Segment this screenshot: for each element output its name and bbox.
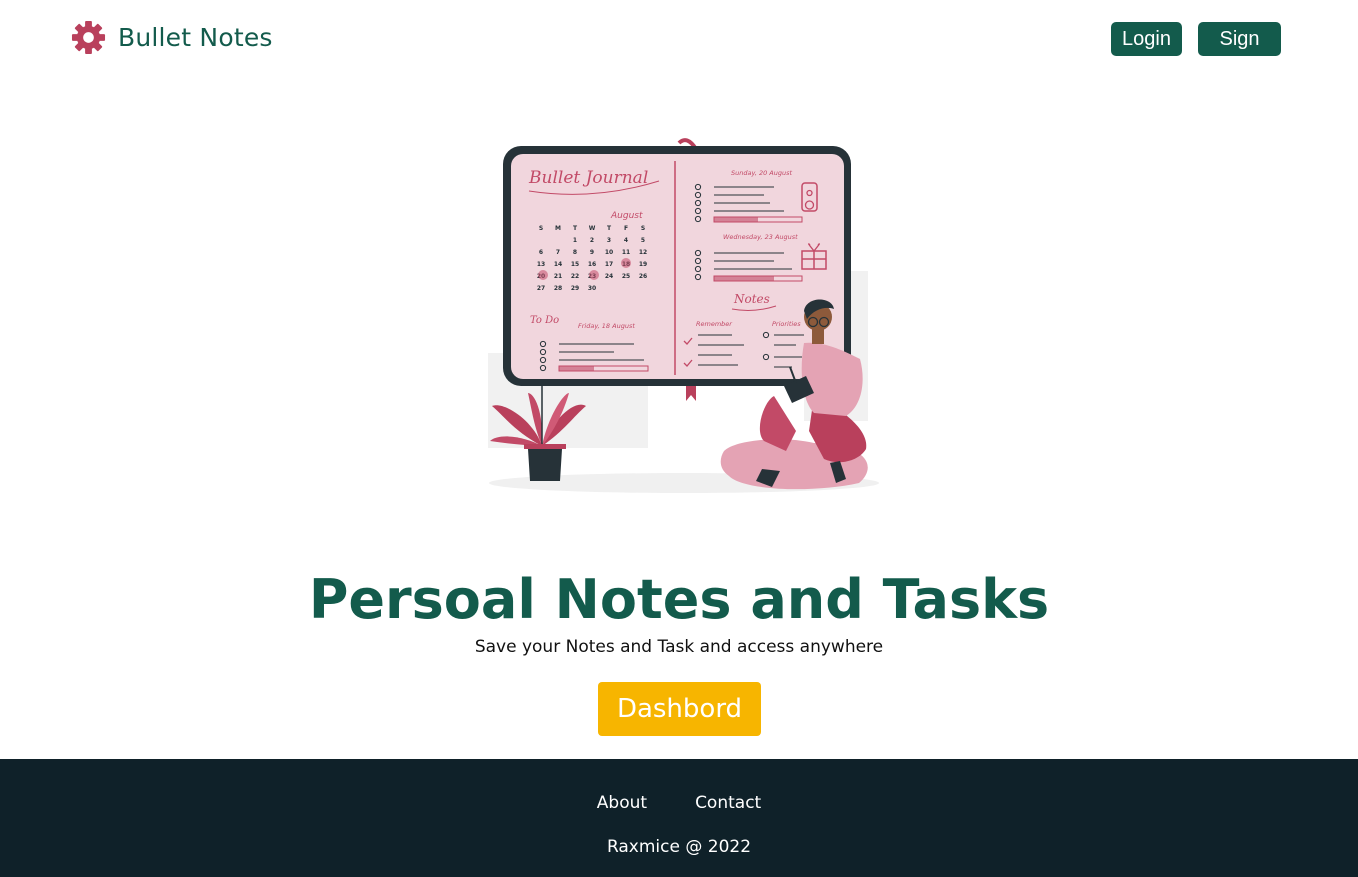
calendar-day: 2	[590, 237, 594, 244]
gear-icon	[71, 20, 106, 55]
calendar-day: 28	[554, 285, 562, 292]
day1-label: Sunday, 20 August	[731, 169, 792, 177]
calendar-day: 27	[537, 285, 545, 292]
calendar-weekday: S	[539, 225, 543, 232]
sign-in-button[interactable]: Sign in	[1198, 22, 1281, 84]
calendar-weekday: S	[641, 225, 645, 232]
calendar-weekday: M	[555, 225, 561, 232]
footer: About Contact Raxmice @ 2022	[0, 759, 1358, 877]
todo-date: Friday, 18 August	[578, 322, 635, 330]
calendar-highlight	[589, 270, 599, 280]
calendar-weekday: F	[624, 225, 628, 232]
calendar-day: 7	[556, 249, 560, 256]
calendar-month: August	[610, 211, 643, 221]
calendar-day: 6	[539, 249, 543, 256]
footer-about-link[interactable]: About	[597, 793, 647, 813]
calendar-day: 11	[622, 249, 630, 256]
bullet-journal-illustration: Bullet Journal August S M T W T F S1 2 3 4 56 7 8 9 10…	[488, 138, 879, 493]
footer-contact-link[interactable]: Contact	[695, 793, 761, 813]
calendar-highlight	[621, 258, 631, 268]
hero-subtitle: Save your Notes and Task and access anyw…	[474, 637, 884, 657]
calendar-day: 3	[607, 237, 611, 244]
dashboard-button[interactable]: Dashbord	[598, 682, 761, 736]
calendar-highlight	[538, 270, 548, 280]
calendar-day: 14	[554, 261, 562, 268]
calendar-day: 19	[639, 261, 647, 268]
calendar-day: 16	[588, 261, 596, 268]
day2-label: Wednesday, 23 August	[723, 233, 798, 241]
remember-label: Remember	[696, 320, 733, 328]
brand-link[interactable]: Bullet Notes	[71, 20, 273, 55]
calendar-day: 13	[537, 261, 545, 268]
navbar: Bullet Notes Login Sign in	[0, 0, 1358, 84]
journal-title: Bullet Journal	[528, 168, 648, 188]
calendar-day: 1	[573, 237, 577, 244]
todo-label: To Do	[530, 315, 559, 326]
calendar-day: 8	[573, 249, 577, 256]
login-button[interactable]: Login	[1111, 22, 1182, 56]
footer-links: About Contact	[0, 793, 1358, 813]
brand-name: Bullet Notes	[118, 23, 273, 52]
calendar-weekday: W	[589, 225, 596, 232]
calendar-day: 12	[639, 249, 647, 256]
calendar-day: 17	[605, 261, 613, 268]
calendar-day: 30	[588, 285, 596, 292]
calendar-day: 5	[641, 237, 645, 244]
calendar-day: 4	[624, 237, 628, 244]
calendar-day: 26	[639, 273, 647, 280]
calendar-day: 25	[622, 273, 630, 280]
calendar-day: 9	[590, 249, 594, 256]
notes-label: Notes	[733, 292, 770, 306]
calendar-day: 24	[605, 273, 613, 280]
calendar-day: 21	[554, 273, 562, 280]
hero-title: Persoal Notes and Tasks	[308, 568, 1050, 631]
calendar-day: 15	[571, 261, 579, 268]
priorities-label: Priorities	[772, 320, 801, 328]
calendar-day: 10	[605, 249, 613, 256]
copyright-text: Raxmice @ 2022	[606, 837, 752, 857]
calendar-day: 29	[571, 285, 579, 292]
calendar-day: 22	[571, 273, 579, 280]
